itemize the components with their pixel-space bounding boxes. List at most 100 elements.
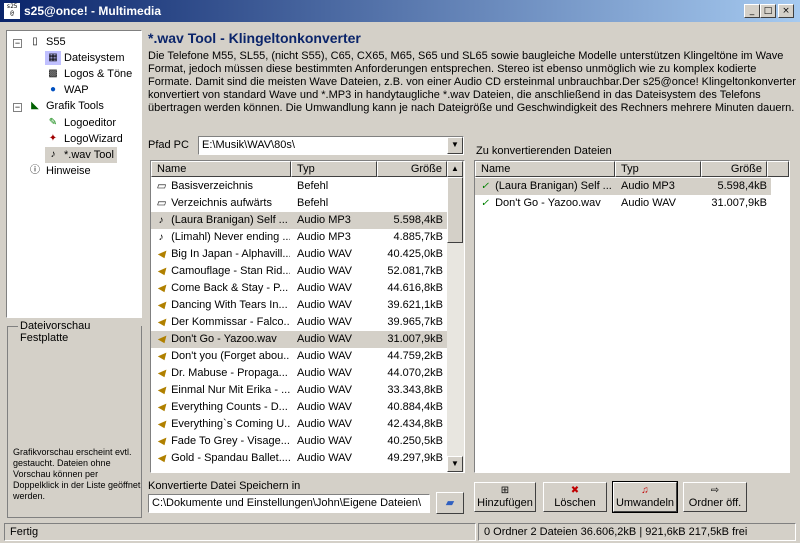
scroll-down-icon[interactable]: ▼: [447, 456, 463, 472]
delete-button[interactable]: ✖ Löschen: [543, 482, 607, 512]
navigation-tree: − ▯ S55 ▦ Dateisystem ▩ Logos & Töne ● WAP −…: [6, 30, 142, 318]
tree-item-logoeditor[interactable]: ✎ Logoeditor: [45, 115, 116, 131]
table-row[interactable]: ◀ Einmal Nur Mit Erika - ... Audio WAV 33.…: [151, 382, 447, 399]
description-text: Die Telefone M55, SL55, (nicht S55), C65…: [148, 50, 796, 114]
save-path-label: Konvertierte Datei Speichern in: [148, 480, 301, 492]
speaker-icon: ◀: [157, 418, 165, 430]
column-header-name[interactable]: Name: [475, 161, 615, 177]
column-header-type[interactable]: Typ: [291, 161, 377, 177]
file-list[interactable]: Name Typ Größe ▭ Basisverzeichnis Befehl ▭…: [150, 160, 465, 473]
row-name: Don't Go - Yazoo.wav: [171, 333, 277, 345]
row-size: 40.884,4kB: [387, 401, 443, 413]
close-button[interactable]: ×: [778, 4, 794, 18]
open-folder-button[interactable]: ⇨ Ordner öff.: [683, 482, 747, 512]
scrollbar[interactable]: ▲ ▼: [447, 161, 464, 472]
column-header-type[interactable]: Typ: [615, 161, 701, 177]
table-row[interactable]: ◀ Dancing With Tears In... Audio WAV 39.62…: [151, 297, 447, 314]
info-icon: ⓘ: [30, 165, 40, 177]
path-combobox[interactable]: E:\Musik\WAV\80s\ ▼: [198, 136, 464, 155]
table-row[interactable]: ▭ Verzeichnis aufwärts Befehl: [151, 195, 447, 212]
path-label: Pfad PC: [148, 139, 189, 151]
convert-button[interactable]: ♫ Umwandeln: [612, 481, 678, 513]
row-type: Audio WAV: [297, 248, 353, 260]
mp3-icon: ♪: [158, 214, 164, 226]
row-name: Fade To Grey - Visage...: [171, 435, 290, 447]
folder-up-icon: ▭: [156, 197, 166, 209]
maximize-button[interactable]: □: [760, 4, 776, 18]
table-row[interactable]: ▭ Basisverzeichnis Befehl: [151, 178, 447, 195]
column-header-size[interactable]: Größe: [377, 161, 447, 177]
note-check-icon: ✓: [480, 180, 490, 192]
table-row[interactable]: ◀ Come Back & Stay - P... Audio WAV 44.616…: [151, 280, 447, 297]
row-name: Gold - Spandau Ballet....: [171, 452, 290, 464]
table-row[interactable]: ✓ (Laura Branigan) Self ... Audio MP3 5.59…: [475, 178, 771, 195]
row-size: 5.598,4kB: [717, 180, 767, 192]
row-name: (Laura Branigan) Self ...: [171, 214, 288, 226]
folder-icon: ▰: [445, 497, 455, 509]
add-icon: ⊞: [500, 485, 510, 496]
collapse-icon[interactable]: −: [13, 103, 22, 112]
table-row[interactable]: ◀ Everything Counts - D... Audio WAV 40.88…: [151, 399, 447, 416]
scroll-thumb[interactable]: [447, 177, 463, 243]
table-row[interactable]: ◀ Gold - Spandau Ballet.... Audio WAV 49.2…: [151, 450, 447, 467]
table-row[interactable]: ◀ Fade To Grey - Visage... Audio WAV 40.25…: [151, 433, 447, 450]
convert-icon: ♫: [641, 485, 649, 496]
row-name: Verzeichnis aufwärts: [171, 197, 272, 209]
row-size: 44.616,8kB: [387, 282, 443, 294]
tree-item-logos[interactable]: ▩ Logos & Töne: [45, 66, 132, 82]
row-type: Audio WAV: [297, 418, 353, 430]
table-row[interactable]: ✓ Don't Go - Yazoo.wav Audio WAV 31.007,9k…: [475, 195, 771, 212]
row-name: Don't you (Forget abou...: [171, 350, 290, 362]
tree-item-s55[interactable]: ▯ S55: [27, 34, 65, 50]
row-name: (Laura Branigan) Self ...: [495, 180, 612, 192]
filesystem-icon: ▦: [45, 51, 61, 66]
table-row[interactable]: ◀ Camouflage - Stan Rid... Audio WAV 52.08…: [151, 263, 447, 280]
table-row[interactable]: ◀ Dr. Mabuse - Propaga... Audio WAV 44.070…: [151, 365, 447, 382]
scroll-up-icon[interactable]: ▲: [447, 161, 463, 177]
logoeditor-icon: ✎: [48, 117, 58, 129]
preview-label: Dateivorschau Festplatte: [18, 320, 141, 344]
row-type: Audio MP3: [621, 180, 675, 192]
row-size: 39.621,1kB: [387, 299, 443, 311]
tree-item-wav-tool[interactable]: ♪ *.wav Tool: [45, 147, 117, 163]
speaker-icon: ◀: [157, 282, 165, 294]
speaker-icon: ◀: [157, 265, 165, 277]
tree-item-dateisystem[interactable]: ▦ Dateisystem: [45, 50, 125, 66]
add-button[interactable]: ⊞ Hinzufügen: [474, 482, 536, 512]
tree-item-grafik-tools[interactable]: ◣ Grafik Tools: [27, 98, 104, 114]
tree-item-hinweise[interactable]: ⓘ Hinweise: [27, 163, 91, 179]
open-folder-icon: ⇨: [710, 485, 720, 496]
column-header-size[interactable]: Größe: [701, 161, 767, 177]
row-name: Dr. Mabuse - Propaga...: [171, 367, 288, 379]
column-header-filler: [767, 161, 789, 177]
row-size: 49.297,9kB: [387, 452, 443, 464]
collapse-icon[interactable]: −: [13, 39, 22, 48]
status-right: 0 Ordner 2 Dateien 36.606,2kB | 921,6kB …: [478, 523, 796, 541]
minimize-button[interactable]: _: [744, 4, 760, 18]
speaker-icon: ◀: [157, 435, 165, 447]
dropdown-arrow-icon[interactable]: ▼: [447, 137, 463, 154]
row-size: 40.250,5kB: [387, 435, 443, 447]
table-row[interactable]: ♪ (Limahl) Never ending ... Audio MP3 4.88…: [151, 229, 447, 246]
convert-list[interactable]: Name Typ Größe ✓ (Laura Branigan) Self .…: [474, 160, 790, 473]
row-name: Come Back & Stay - P...: [171, 282, 289, 294]
preview-hint: Grafikvorschau erscheint evtl. gestaucht…: [13, 447, 141, 501]
tree-item-wap[interactable]: ● WAP: [45, 82, 89, 98]
row-name: Don't Go - Yazoo.wav: [495, 197, 601, 209]
row-type: Audio WAV: [297, 452, 353, 464]
tree-item-logowizard[interactable]: ✦ LogoWizard: [45, 131, 123, 147]
save-path-input[interactable]: C:\Dokumente und Einstellungen\John\Eige…: [148, 494, 430, 513]
table-row[interactable]: ◀ Everything`s Coming U... Audio WAV 42.43…: [151, 416, 447, 433]
preview-groupbox: Dateivorschau Festplatte Grafikvorschau …: [7, 320, 142, 518]
row-name: (Limahl) Never ending ...: [171, 231, 290, 243]
table-row[interactable]: ◀ Big In Japan - Alphavill... Audio WAV 40…: [151, 246, 447, 263]
graphic-tools-icon: ◣: [31, 100, 39, 112]
row-size: 31.007,9kB: [711, 197, 767, 209]
table-row[interactable]: ◀ Der Kommissar - Falco... Audio WAV 39.96…: [151, 314, 447, 331]
table-row[interactable]: ♪ (Laura Branigan) Self ... Audio MP3 5.59…: [151, 212, 447, 229]
table-row[interactable]: ◀ Don't you (Forget abou... Audio WAV 44.7…: [151, 348, 447, 365]
browse-folder-button[interactable]: ▰: [436, 492, 464, 514]
page-title: *.wav Tool - Klingeltonkonverter: [148, 30, 361, 46]
table-row[interactable]: ◀ Don't Go - Yazoo.wav Audio WAV 31.007,9k…: [151, 331, 447, 348]
column-header-name[interactable]: Name: [151, 161, 291, 177]
